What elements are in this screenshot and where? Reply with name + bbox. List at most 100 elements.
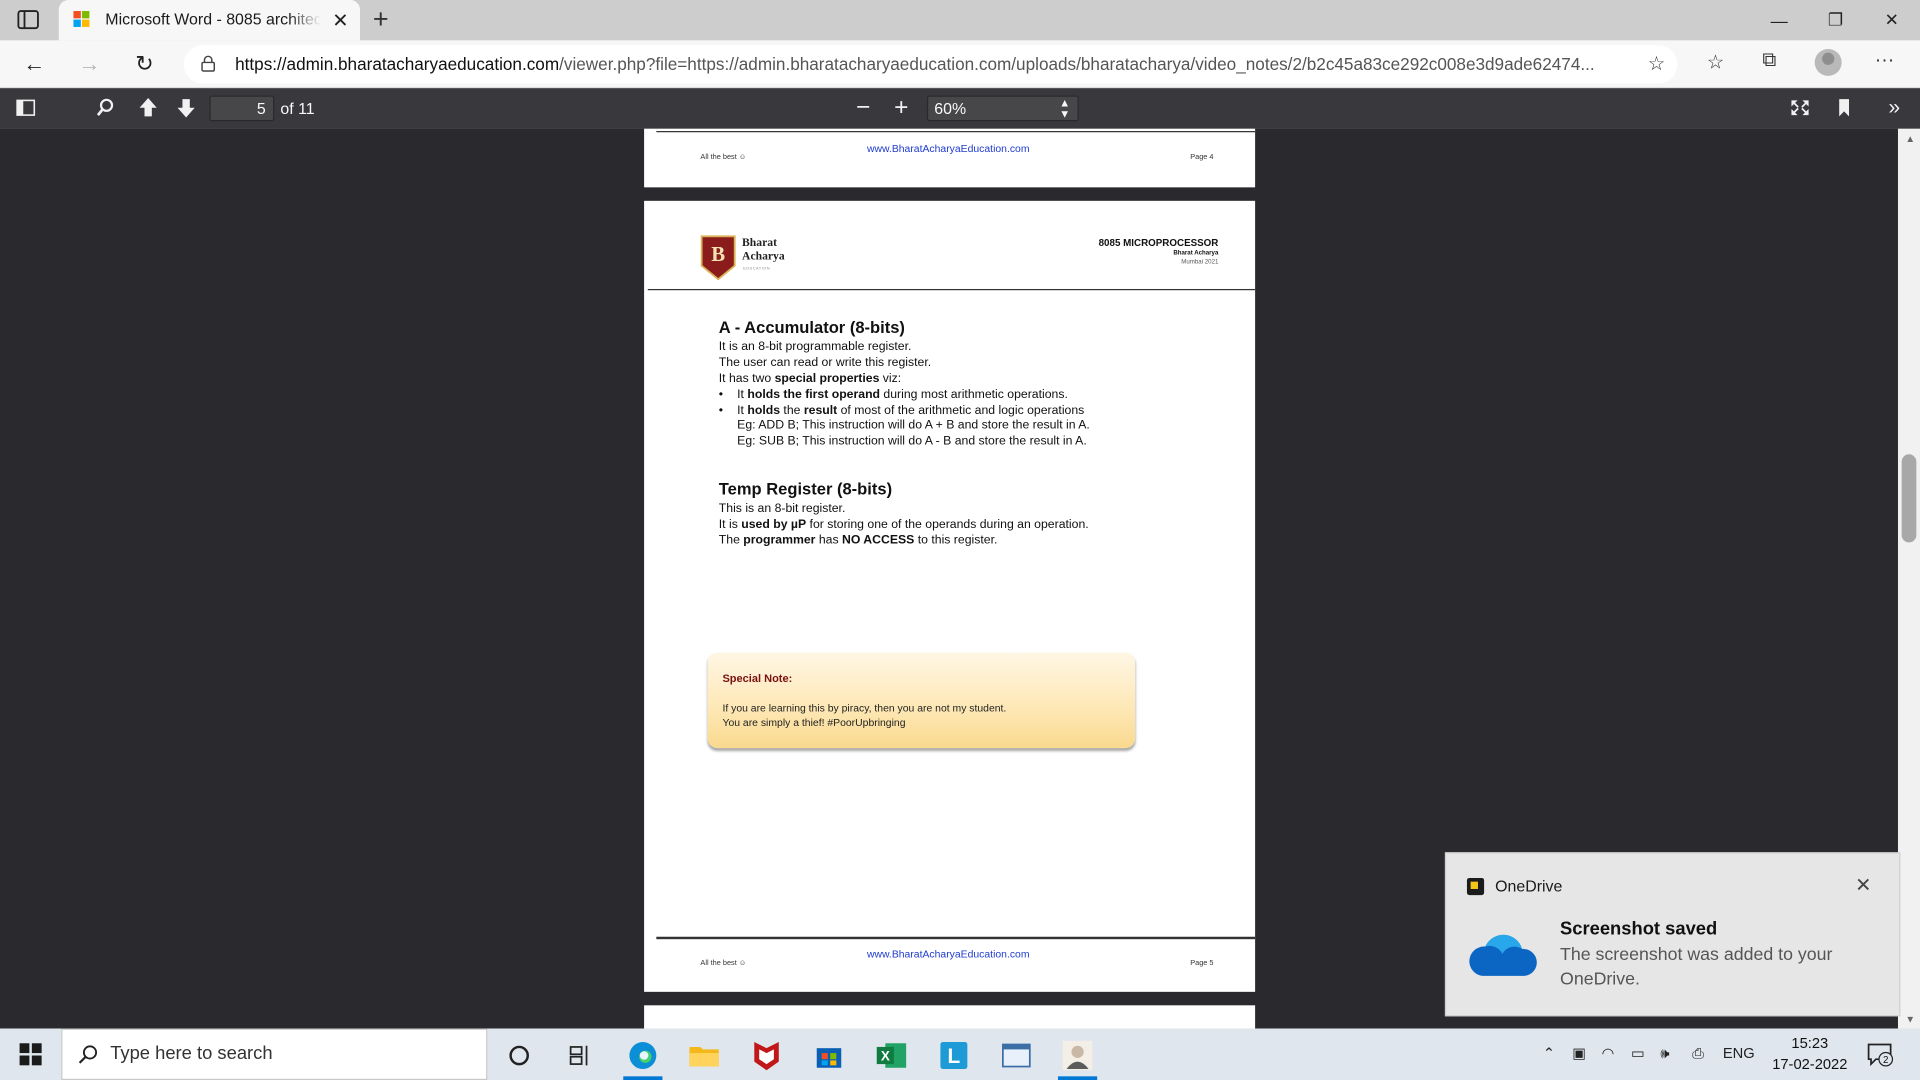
- bullet-icon: •: [718, 388, 724, 402]
- scroll-thumb[interactable]: [1901, 454, 1917, 543]
- scroll-down-icon[interactable]: ▼: [1905, 1014, 1915, 1025]
- system-tray-app-icon[interactable]: ▣: [1572, 1044, 1586, 1061]
- find-icon[interactable]: [92, 96, 119, 120]
- footer-rule: [656, 936, 1256, 940]
- footer-page-number: Page 4: [1190, 154, 1214, 162]
- battery-icon[interactable]: ▭: [1631, 1044, 1645, 1061]
- note-line: You are simply a thief! #PoorUpbringing: [722, 716, 906, 729]
- note-title: Special Note:: [722, 672, 793, 685]
- tab-actions-icon[interactable]: [17, 10, 39, 30]
- tab-close-icon[interactable]: ✕: [328, 9, 352, 33]
- header-rule: [647, 288, 1256, 291]
- mcafee-icon[interactable]: [742, 1036, 791, 1075]
- footer-rule: [656, 131, 1256, 133]
- pdf-toolbar: 5 of 11 − + 60% ▲ ▼ »: [0, 88, 1920, 129]
- pdf-page-5: B Bharat Acharya EDUCATION 8085 MICROPRO…: [644, 200, 1256, 992]
- collections-icon[interactable]: ⧉: [1755, 50, 1784, 72]
- search-placeholder: Type here to search: [110, 1043, 273, 1065]
- toast-close-icon[interactable]: ✕: [1855, 873, 1871, 897]
- bullet-icon: •: [718, 404, 724, 418]
- note-line: If you are learning this by piracy, then…: [722, 701, 1007, 714]
- text-line: The programmer has NO ACCESS to this reg…: [718, 533, 998, 548]
- next-page-icon[interactable]: [173, 96, 200, 120]
- viewer-scrollbar[interactable]: ▲ ▼: [1897, 128, 1920, 1029]
- clock[interactable]: 15:23 17-02-2022: [1768, 1033, 1851, 1075]
- svg-text:B: B: [711, 242, 725, 266]
- special-note-box: Special Note: If you are learning this b…: [707, 652, 1136, 749]
- footer-website-link[interactable]: www.BharatAcharyaEducation.com: [867, 948, 1030, 960]
- cortana-icon[interactable]: [495, 1036, 544, 1075]
- bookmark-icon[interactable]: [1831, 96, 1858, 120]
- edge-browser-icon[interactable]: [618, 1036, 667, 1080]
- task-view-icon[interactable]: [556, 1036, 605, 1075]
- forward-icon[interactable]: →: [75, 50, 104, 77]
- address-bar[interactable]: https://admin.bharatacharyaeducation.com…: [183, 45, 1678, 84]
- page-number-input[interactable]: 5: [209, 95, 275, 122]
- footer-left-text: All the best ☺: [700, 960, 747, 968]
- window-app-icon[interactable]: [992, 1036, 1041, 1075]
- logo-tagline: EDUCATION: [743, 265, 771, 271]
- refresh-icon[interactable]: ↻: [130, 50, 159, 77]
- volume-icon[interactable]: 🕪: [1660, 1044, 1669, 1062]
- sidebar-toggle-icon[interactable]: [12, 96, 39, 120]
- l-app-icon[interactable]: L: [929, 1036, 978, 1075]
- lock-icon[interactable]: [201, 55, 216, 72]
- favorites-icon[interactable]: ☆: [1701, 50, 1730, 74]
- page-count: of 11: [280, 99, 315, 118]
- previous-page-icon[interactable]: [135, 96, 162, 120]
- section-title-temp-register: Temp Register (8-bits): [718, 480, 893, 499]
- language-indicator[interactable]: ENG: [1723, 1044, 1755, 1061]
- back-icon[interactable]: ←: [20, 50, 49, 77]
- minimize-icon[interactable]: —: [1751, 0, 1807, 40]
- action-center-icon[interactable]: 2: [1866, 1042, 1894, 1067]
- show-hidden-icons[interactable]: ⌃: [1543, 1044, 1555, 1061]
- tools-menu-icon[interactable]: »: [1881, 96, 1908, 120]
- section-title-accumulator: A - Accumulator (8-bits): [718, 318, 905, 337]
- document-author: Bharat Acharya: [1173, 249, 1219, 258]
- new-tab-button[interactable]: +: [367, 4, 394, 36]
- bullet-item: It holds the first operand during most a…: [737, 388, 1068, 402]
- navigation-bar: ← → ↻ https://admin.bharatacharyaeducati…: [0, 40, 1920, 89]
- text-line: This is an 8-bit register.: [718, 502, 846, 516]
- tab-title: Microsoft Word - 8085 architecture: [105, 9, 321, 29]
- wifi-icon[interactable]: ◠: [1602, 1044, 1615, 1061]
- profile-avatar[interactable]: [1814, 48, 1842, 76]
- bullet-item: It holds the result of most of the arith…: [737, 404, 1085, 418]
- taskbar-search-input[interactable]: Type here to search: [61, 1028, 488, 1080]
- onedrive-cloud-icon: [1469, 934, 1537, 976]
- scroll-up-icon[interactable]: ▲: [1905, 133, 1915, 144]
- windows-start-icon[interactable]: [19, 1043, 42, 1066]
- svg-text:X: X: [881, 1048, 890, 1063]
- url-text[interactable]: https://admin.bharatacharyaeducation.com…: [235, 54, 1631, 74]
- microsoft-store-icon[interactable]: [804, 1036, 853, 1075]
- more-options-icon[interactable]: ···: [1870, 50, 1899, 72]
- toast-title: Screenshot saved: [1560, 918, 1718, 940]
- text-line: The user can read or write this register…: [718, 356, 932, 370]
- input-method-icon[interactable]: ⎙: [1692, 1044, 1704, 1062]
- photo-app-icon[interactable]: [1053, 1036, 1102, 1080]
- document-place: Mumbai 2021: [1181, 258, 1219, 266]
- zoom-select[interactable]: 60% ▲ ▼: [926, 95, 1079, 122]
- footer-website-link[interactable]: www.BharatAcharyaEducation.com: [867, 142, 1030, 154]
- bharat-acharya-logo-icon: B: [700, 235, 736, 281]
- presentation-mode-icon[interactable]: [1787, 96, 1814, 120]
- text-line: It is used by µP for storing one of the …: [718, 517, 1089, 532]
- excel-icon[interactable]: X: [867, 1036, 916, 1075]
- pdf-page-6: [644, 1005, 1256, 1029]
- browser-tab[interactable]: Microsoft Word - 8085 architecture ✕: [58, 0, 361, 41]
- zoom-in-icon[interactable]: +: [888, 94, 915, 121]
- document-title: 8085 MICROPROCESSOR: [1098, 237, 1219, 249]
- close-window-icon[interactable]: ✕: [1864, 0, 1920, 40]
- zoom-out-icon[interactable]: −: [850, 94, 877, 121]
- toast-app-name: OneDrive: [1495, 876, 1563, 896]
- onedrive-notification[interactable]: OneDrive ✕ Screenshot saved The screensh…: [1444, 852, 1901, 1017]
- select-arrows-icon: ▲ ▼: [1059, 96, 1071, 121]
- restore-icon[interactable]: ❐: [1807, 0, 1863, 40]
- microsoft-logo-icon: [73, 11, 90, 28]
- tab-strip: Microsoft Word - 8085 architecture ✕ + —…: [0, 0, 1920, 41]
- text-line: It is an 8-bit programmable register.: [718, 340, 912, 354]
- add-favorite-icon[interactable]: ☆: [1648, 51, 1666, 75]
- file-explorer-icon[interactable]: [680, 1036, 729, 1075]
- pdf-page-4: All the best ☺ www.BharatAcharyaEducatio…: [644, 128, 1256, 188]
- search-icon: [78, 1045, 98, 1064]
